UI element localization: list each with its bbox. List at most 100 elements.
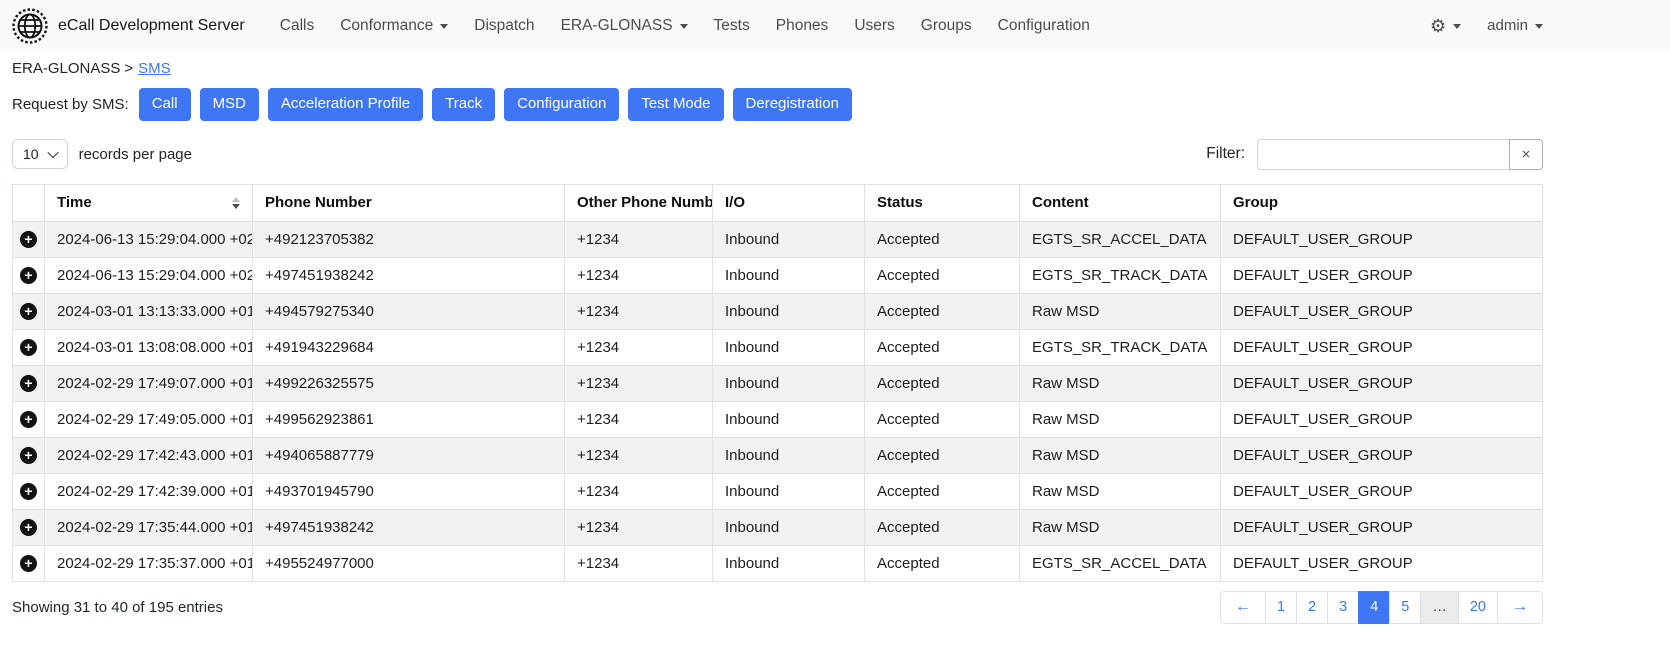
expand-cell: + <box>13 365 45 401</box>
cell-other-phone-number: +1234 <box>565 329 713 365</box>
column-header-expand <box>13 184 45 221</box>
expand-row-plus-icon[interactable]: + <box>20 411 37 428</box>
cell-time: 2024-02-29 17:35:44.000 +0100 <box>45 509 253 545</box>
expand-row-plus-icon[interactable]: + <box>20 519 37 536</box>
nav-item-label: Dispatch <box>474 17 534 35</box>
user-name: admin <box>1487 17 1528 34</box>
pagination-page-4[interactable]: 4 <box>1358 591 1390 624</box>
cell-other-phone-number: +1234 <box>565 293 713 329</box>
cell-other-phone-number: +1234 <box>565 473 713 509</box>
nav-item-calls[interactable]: Calls <box>267 9 327 43</box>
table-row: +2024-06-13 15:29:04.000 +0200+497451938… <box>13 257 1543 293</box>
cell-io: Inbound <box>713 473 865 509</box>
cell-content: EGTS_SR_ACCEL_DATA <box>1020 221 1221 257</box>
column-header-time[interactable]: Time <box>45 184 253 221</box>
column-header-label: Other Phone Number <box>577 194 713 211</box>
table-row: +2024-02-29 17:42:43.000 +0100+494065887… <box>13 437 1543 473</box>
page-size-value: 10 <box>23 146 39 162</box>
request-button-deregistration[interactable]: Deregistration <box>733 88 852 121</box>
nav-item-groups[interactable]: Groups <box>908 9 985 43</box>
cell-content: EGTS_SR_TRACK_DATA <box>1020 257 1221 293</box>
request-button-group: Call MSD Acceleration Profile Track Configur… <box>139 88 861 121</box>
nav-item-conformance[interactable]: Conformance <box>327 9 461 43</box>
settings-menu[interactable]: ⚙ <box>1430 17 1461 35</box>
nav-item-label: ERA-GLONASS <box>561 17 673 35</box>
pagination-page-5[interactable]: 5 <box>1389 591 1421 624</box>
cell-io: Inbound <box>713 329 865 365</box>
cell-status: Accepted <box>865 221 1020 257</box>
cell-status: Accepted <box>865 509 1020 545</box>
request-button-track[interactable]: Track <box>432 88 495 121</box>
expand-row-plus-icon[interactable]: + <box>20 231 37 248</box>
request-button-acceleration-profile[interactable]: Acceleration Profile <box>268 88 423 121</box>
cell-content: EGTS_SR_ACCEL_DATA <box>1020 545 1221 581</box>
user-menu[interactable]: admin <box>1487 17 1543 34</box>
column-header-status[interactable]: Status <box>865 184 1020 221</box>
filter-input[interactable] <box>1257 139 1509 170</box>
nav-item-dispatch[interactable]: Dispatch <box>461 9 547 43</box>
cell-time: 2024-02-29 17:49:07.000 +0100 <box>45 365 253 401</box>
column-header-label: Phone Number <box>265 194 372 211</box>
expand-row-plus-icon[interactable]: + <box>20 483 37 500</box>
breadcrumb-current-sms-link[interactable]: SMS <box>138 60 171 77</box>
expand-row-plus-icon[interactable]: + <box>20 267 37 284</box>
expand-row-plus-icon[interactable]: + <box>20 375 37 392</box>
column-header-group[interactable]: Group <box>1221 184 1543 221</box>
cell-status: Accepted <box>865 545 1020 581</box>
expand-cell: + <box>13 257 45 293</box>
nav-item-era-glonass[interactable]: ERA-GLONASS <box>548 9 701 43</box>
column-header-i-o[interactable]: I/O <box>713 184 865 221</box>
clear-filter-button[interactable]: × <box>1509 139 1543 170</box>
records-per-page-label: records per page <box>79 146 192 163</box>
nav-item-phones[interactable]: Phones <box>763 9 842 43</box>
app-title: eCall Development Server <box>58 17 245 35</box>
nav-item-label: Conformance <box>340 17 433 35</box>
top-navbar: eCall Development Server Calls Conformanc… <box>0 0 1670 51</box>
nav-item-label: Users <box>854 17 894 35</box>
page-size-select[interactable]: 10 <box>12 139 68 169</box>
pagination-ellipsis: … <box>1420 591 1459 624</box>
pagination-page-20[interactable]: 20 <box>1458 591 1498 624</box>
expand-row-plus-icon[interactable]: + <box>20 555 37 572</box>
sort-icon <box>232 197 240 209</box>
cell-group: DEFAULT_USER_GROUP <box>1221 473 1543 509</box>
nav-item-users[interactable]: Users <box>841 9 907 43</box>
pagination-next-button[interactable]: → <box>1497 591 1543 624</box>
request-button-test-mode[interactable]: Test Mode <box>628 88 723 121</box>
cell-phone-number: +495524977000 <box>253 545 565 581</box>
expand-row-plus-icon[interactable]: + <box>20 447 37 464</box>
table-row: +2024-02-29 17:49:07.000 +0100+499226325… <box>13 365 1543 401</box>
cell-content: Raw MSD <box>1020 293 1221 329</box>
nav-item-label: Configuration <box>998 17 1090 35</box>
cell-other-phone-number: +1234 <box>565 437 713 473</box>
expand-row-plus-icon[interactable]: + <box>20 339 37 356</box>
pagination-prev-button[interactable]: ← <box>1220 591 1266 624</box>
column-header-content[interactable]: Content <box>1020 184 1221 221</box>
expand-cell: + <box>13 509 45 545</box>
pagination-page-1[interactable]: 1 <box>1265 591 1297 624</box>
pagination-page-3[interactable]: 3 <box>1327 591 1359 624</box>
nav-item-label: Calls <box>280 17 314 35</box>
cell-time: 2024-06-13 15:29:04.000 +0200 <box>45 221 253 257</box>
expand-cell: + <box>13 401 45 437</box>
cell-status: Accepted <box>865 401 1020 437</box>
nav-item-configuration[interactable]: Configuration <box>985 9 1103 43</box>
table-header-row: Time Phone Number Other Phone NumberI/O Sta… <box>13 184 1543 221</box>
request-button-call[interactable]: Call <box>139 88 191 121</box>
cell-content: EGTS_SR_TRACK_DATA <box>1020 329 1221 365</box>
nav-item-label: Phones <box>776 17 829 35</box>
column-header-phone-number[interactable]: Phone Number <box>253 184 565 221</box>
expand-row-plus-icon[interactable]: + <box>20 303 37 320</box>
request-button-configuration[interactable]: Configuration <box>504 88 619 121</box>
column-header-other-phone-number[interactable]: Other Phone Number <box>565 184 713 221</box>
cell-phone-number: +499562923861 <box>253 401 565 437</box>
request-button-msd[interactable]: MSD <box>200 88 259 121</box>
nav-item-tests[interactable]: Tests <box>701 9 763 43</box>
cell-group: DEFAULT_USER_GROUP <box>1221 509 1543 545</box>
request-by-sms-bar: Request by SMS: Call MSD Acceleration Prof… <box>12 88 1543 121</box>
cell-io: Inbound <box>713 221 865 257</box>
cell-status: Accepted <box>865 473 1020 509</box>
column-header-label: Status <box>877 194 923 211</box>
request-by-sms-label: Request by SMS: <box>12 96 129 113</box>
pagination-page-2[interactable]: 2 <box>1296 591 1328 624</box>
